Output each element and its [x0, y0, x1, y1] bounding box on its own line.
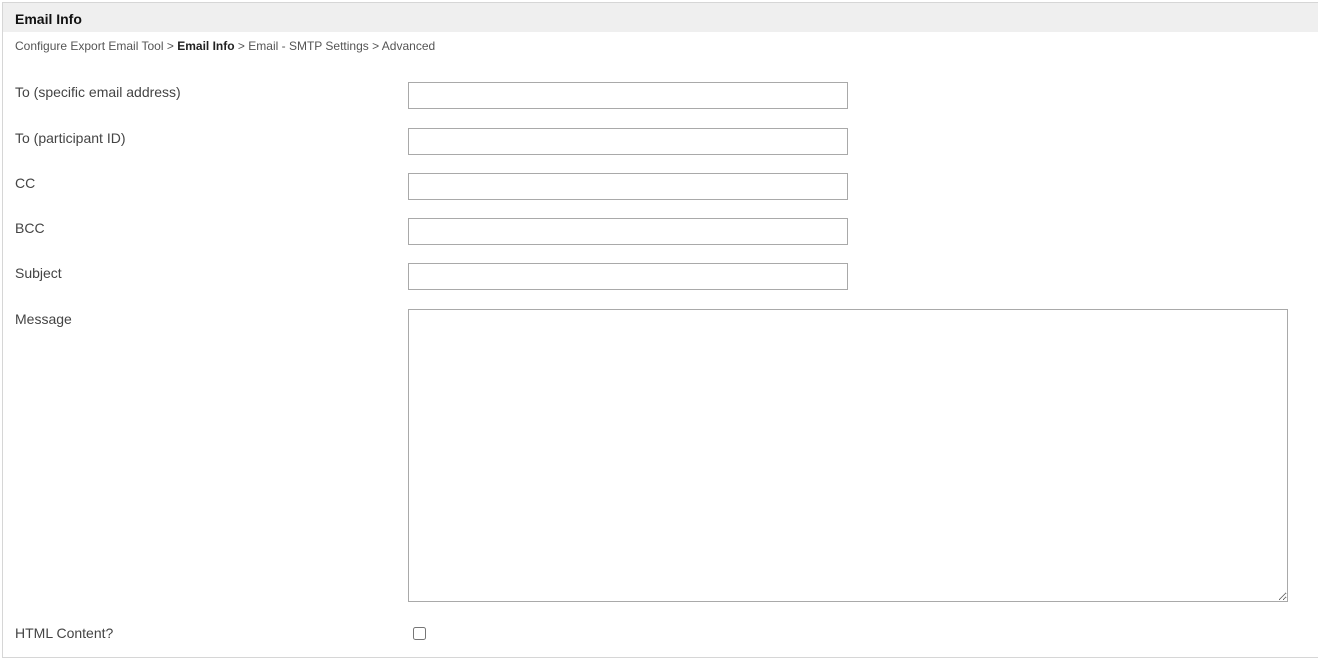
panel-header: Email Info	[3, 3, 1318, 32]
breadcrumb-smtp-settings[interactable]: Email - SMTP Settings	[248, 39, 368, 53]
breadcrumb-separator: >	[166, 39, 174, 53]
to-email-label: To (specific email address)	[15, 84, 181, 100]
message-label: Message	[15, 311, 72, 327]
to-participant-label: To (participant ID)	[15, 130, 126, 146]
bcc-input[interactable]	[408, 218, 848, 245]
subject-label: Subject	[15, 265, 62, 281]
to-participant-input[interactable]	[408, 128, 848, 155]
breadcrumb-configure-export-email-tool[interactable]: Configure Export Email Tool	[15, 39, 164, 53]
email-info-panel: Email Info Configure Export Email Tool >…	[2, 2, 1318, 658]
cc-label: CC	[15, 175, 36, 191]
panel-title: Email Info	[15, 11, 82, 27]
bcc-label: BCC	[15, 220, 45, 236]
breadcrumb-separator: >	[237, 39, 245, 53]
cc-input[interactable]	[408, 173, 848, 200]
html-content-label: HTML Content?	[15, 625, 114, 641]
subject-input[interactable]	[408, 263, 848, 290]
html-content-checkbox[interactable]	[413, 627, 426, 640]
breadcrumb-email-info: Email Info	[177, 39, 235, 53]
to-email-input[interactable]	[408, 82, 848, 109]
breadcrumb: Configure Export Email Tool > Email Info…	[15, 39, 435, 53]
message-textarea[interactable]	[408, 309, 1288, 602]
breadcrumb-advanced[interactable]: Advanced	[382, 39, 435, 53]
breadcrumb-separator: >	[372, 39, 380, 53]
